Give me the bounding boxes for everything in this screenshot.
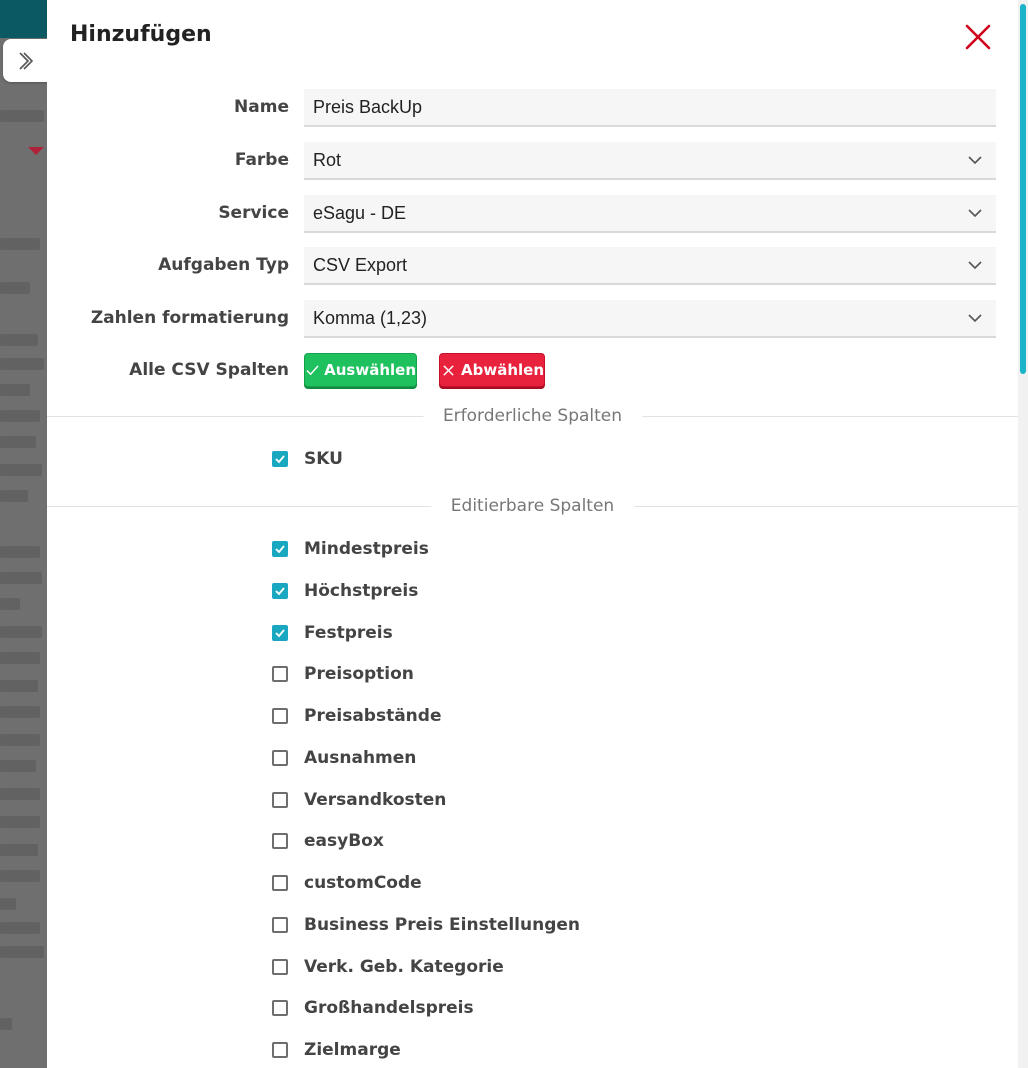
checkbox-label: Ausnahmen — [304, 748, 417, 768]
number-format-select[interactable]: Komma (1,23) — [304, 300, 996, 338]
required-columns-title: Erforderliche Spalten — [422, 404, 643, 428]
checkbox-label: Mindestpreis — [304, 539, 429, 559]
checkbox-checked[interactable] — [272, 625, 288, 641]
checkbox-unchecked[interactable] — [272, 917, 288, 933]
checkbox-label: Verk. Geb. Kategorie — [304, 957, 504, 977]
task-type-select[interactable]: CSV Export — [304, 247, 996, 285]
check-icon — [305, 364, 320, 377]
name-row: Name — [47, 89, 1018, 127]
color-row: Farbe Rot — [47, 142, 1018, 180]
editable-columns-title: Editierbare Spalten — [430, 494, 635, 518]
close-icon — [440, 364, 457, 377]
marker-icon — [28, 147, 44, 155]
checkbox-unchecked[interactable] — [272, 959, 288, 975]
check-icon — [275, 587, 285, 596]
required-columns-divider: Erforderliche Spalten — [47, 404, 1018, 428]
checkbox-checked[interactable] — [272, 583, 288, 599]
task-type-value: CSV Export — [313, 255, 408, 275]
chevron-down-icon — [968, 314, 982, 323]
scrollbar[interactable] — [1018, 0, 1028, 1068]
select-all-button[interactable]: Auswählen — [304, 353, 417, 387]
checkbox-row[interactable]: Preisabstände — [272, 704, 441, 728]
editable-columns-divider: Editierbare Spalten — [47, 494, 1018, 518]
checkbox-checked[interactable] — [272, 541, 288, 557]
number-format-label: Zahlen formatierung — [90, 308, 289, 328]
checkbox-label: Festpreis — [304, 623, 393, 643]
chevron-down-icon — [968, 209, 982, 218]
checkbox-row[interactable]: Großhandelspreis — [272, 996, 474, 1020]
checkbox-unchecked[interactable] — [272, 875, 288, 891]
all-columns-label: Alle CSV Spalten — [129, 360, 289, 380]
service-value: eSagu - DE — [313, 203, 407, 223]
checkbox-row[interactable]: Verk. Geb. Kategorie — [272, 955, 504, 979]
color-label: Farbe — [234, 150, 289, 170]
service-select[interactable]: eSagu - DE — [304, 195, 996, 233]
checkbox-unchecked[interactable] — [272, 833, 288, 849]
chevron-down-icon — [968, 261, 982, 270]
checkbox-unchecked[interactable] — [272, 750, 288, 766]
number-format-row: Zahlen formatierung Komma (1,23) — [47, 300, 1018, 338]
checkbox-label: customCode — [304, 873, 422, 893]
checkbox-unchecked[interactable] — [272, 1042, 288, 1058]
checkbox-label: Versandkosten — [304, 790, 447, 810]
deselect-all-label: Abwählen — [461, 361, 544, 379]
checkbox-row[interactable]: Ausnahmen — [272, 746, 416, 770]
checkbox-unchecked[interactable] — [272, 1000, 288, 1016]
checkbox-row[interactable]: Preisoption — [272, 662, 414, 686]
checkbox-row[interactable]: Business Preis Einstellungen — [272, 913, 580, 937]
name-input[interactable] — [304, 89, 982, 125]
number-format-value: Komma (1,23) — [313, 308, 428, 328]
chevron-right-icon — [19, 51, 34, 70]
checkbox-row[interactable]: Höchstpreis — [272, 579, 418, 603]
checkbox-unchecked[interactable] — [272, 708, 288, 724]
checkbox-row[interactable]: Festpreis — [272, 621, 393, 645]
task-type-row: Aufgaben Typ CSV Export — [47, 247, 1018, 285]
checkbox-label: SKU — [304, 449, 343, 469]
expand-sidebar-button[interactable] — [3, 39, 47, 82]
name-field-box[interactable] — [304, 89, 996, 127]
color-value: Rot — [313, 150, 342, 170]
checkbox-label: Preisoption — [304, 664, 414, 684]
checkbox-row[interactable]: Mindestpreis — [272, 537, 429, 561]
deselect-all-button[interactable]: Abwählen — [439, 353, 545, 387]
close-icon[interactable] — [963, 22, 993, 52]
checkbox-row[interactable]: Zielmarge — [272, 1038, 401, 1062]
select-all-label: Auswählen — [324, 361, 416, 379]
task-type-label: Aufgaben Typ — [158, 255, 289, 275]
service-row: Service eSagu - DE — [47, 195, 1018, 233]
checkbox-unchecked[interactable] — [272, 666, 288, 682]
chevron-down-icon — [968, 156, 982, 165]
checkbox-label: Zielmarge — [304, 1040, 401, 1060]
checkbox-row[interactable]: Versandkosten — [272, 788, 446, 812]
name-label: Name — [234, 97, 289, 117]
checkbox-label: easyBox — [304, 831, 384, 851]
checkbox-row[interactable]: customCode — [272, 871, 422, 895]
service-label: Service — [218, 203, 289, 223]
check-icon — [275, 545, 285, 554]
check-icon — [275, 629, 285, 638]
background-page — [0, 0, 47, 1068]
checkbox-row[interactable]: easyBox — [272, 829, 384, 853]
scrollbar-thumb[interactable] — [1020, 4, 1026, 374]
color-select[interactable]: Rot — [304, 142, 996, 180]
dialog-title: Hinzufügen — [70, 22, 212, 47]
check-icon — [275, 455, 285, 464]
checkbox-label: Großhandelspreis — [304, 998, 474, 1018]
checkbox-label: Preisabstände — [304, 706, 442, 726]
checkbox-row[interactable]: SKU — [272, 447, 343, 471]
checkbox-unchecked[interactable] — [272, 792, 288, 808]
checkbox-label: Höchstpreis — [304, 581, 419, 601]
add-dialog: Hinzufügen Name Farbe Rot Service eSagu … — [47, 0, 1018, 1068]
checkbox-checked[interactable] — [272, 451, 288, 467]
checkbox-label: Business Preis Einstellungen — [304, 915, 581, 935]
